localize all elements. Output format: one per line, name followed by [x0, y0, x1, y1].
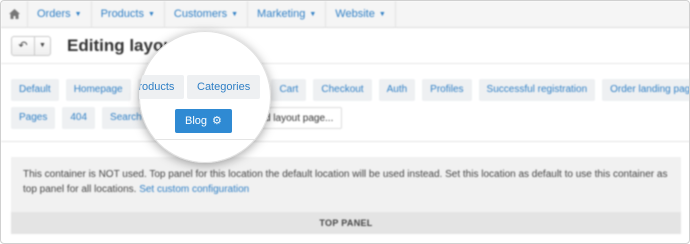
layout-tabs: Default Homepage Products Categories Car… — [11, 79, 689, 135]
tab-checkout[interactable]: Checkout — [313, 79, 372, 101]
magnified-tab-products[interactable]: Products — [139, 75, 185, 99]
nav-products[interactable]: Products ▼ — [92, 1, 165, 28]
container-notice-text: This container is NOT used. Top panel fo… — [23, 169, 668, 195]
nav-orders[interactable]: Orders ▼ — [28, 1, 92, 28]
magnifier-overlay: Products Categories Blog ⚙ — [139, 31, 271, 163]
window-frame: Orders ▼ Products ▼ Customers ▼ Marketing ▼ … — [0, 0, 690, 244]
magnified-tab-categories[interactable]: Categories — [187, 75, 261, 99]
tab-default[interactable]: Default — [11, 79, 59, 101]
chevron-down-icon: ▼ — [147, 10, 155, 18]
top-navigation: Orders ▼ Products ▼ Customers ▼ Marketing ▼ … — [1, 1, 689, 28]
tab-404[interactable]: 404 — [62, 107, 96, 129]
tab-pages[interactable]: Pages — [11, 107, 56, 129]
container-notice: This container is NOT used. Top panel fo… — [11, 157, 681, 212]
chevron-down-icon: ▼ — [378, 10, 386, 18]
back-icon[interactable]: ↶ — [12, 37, 34, 55]
nav-marketing[interactable]: Marketing ▼ — [248, 1, 327, 28]
tab-cart[interactable]: Cart — [271, 79, 307, 101]
chevron-down-icon[interactable]: ▼ — [34, 36, 50, 55]
magnified-tab-blog-label: Blog — [185, 115, 208, 127]
tab-auth[interactable]: Auth — [378, 79, 416, 101]
page-content: Orders ▼ Products ▼ Customers ▼ Marketing ▼ … — [1, 1, 689, 243]
magnified-tab-blog[interactable]: Blog ⚙ — [175, 109, 232, 133]
back-button-group: ↶ ▼ — [11, 35, 51, 56]
gear-icon[interactable]: ⚙ — [212, 109, 222, 133]
nav-marketing-label: Marketing — [257, 8, 306, 20]
divider — [1, 141, 689, 142]
top-panel-header: TOP PANEL — [11, 212, 681, 234]
set-custom-configuration-link[interactable]: Set custom configuration — [139, 184, 249, 195]
nav-customers-label: Customers — [173, 8, 228, 20]
tab-row-1: Default Homepage Products Categories Car… — [11, 79, 689, 101]
chevron-down-icon: ▼ — [74, 10, 82, 18]
nav-website-label: Website — [335, 8, 375, 20]
tab-row-2: Pages 404 Search results Blog ⚙ Add layo… — [11, 107, 681, 129]
nav-website[interactable]: Website ▼ — [326, 1, 396, 28]
nav-customers[interactable]: Customers ▼ — [165, 1, 249, 28]
nav-orders-label: Orders — [37, 8, 71, 20]
chevron-down-icon: ▼ — [309, 10, 317, 18]
nav-products-label: Products — [100, 8, 144, 20]
magnifier-content: Products Categories Blog ⚙ — [139, 31, 271, 163]
tab-successful-registration[interactable]: Successful registration — [478, 79, 596, 101]
magnified-divider — [139, 139, 271, 140]
home-icon[interactable] — [1, 1, 28, 28]
tab-profiles[interactable]: Profiles — [422, 79, 472, 101]
tab-homepage[interactable]: Homepage — [65, 79, 131, 101]
tab-order-landing-page[interactable]: Order landing page — [602, 79, 689, 101]
chevron-down-icon: ▼ — [231, 10, 239, 18]
title-bar: ↶ ▼ Editing layout: Main — [1, 28, 689, 64]
